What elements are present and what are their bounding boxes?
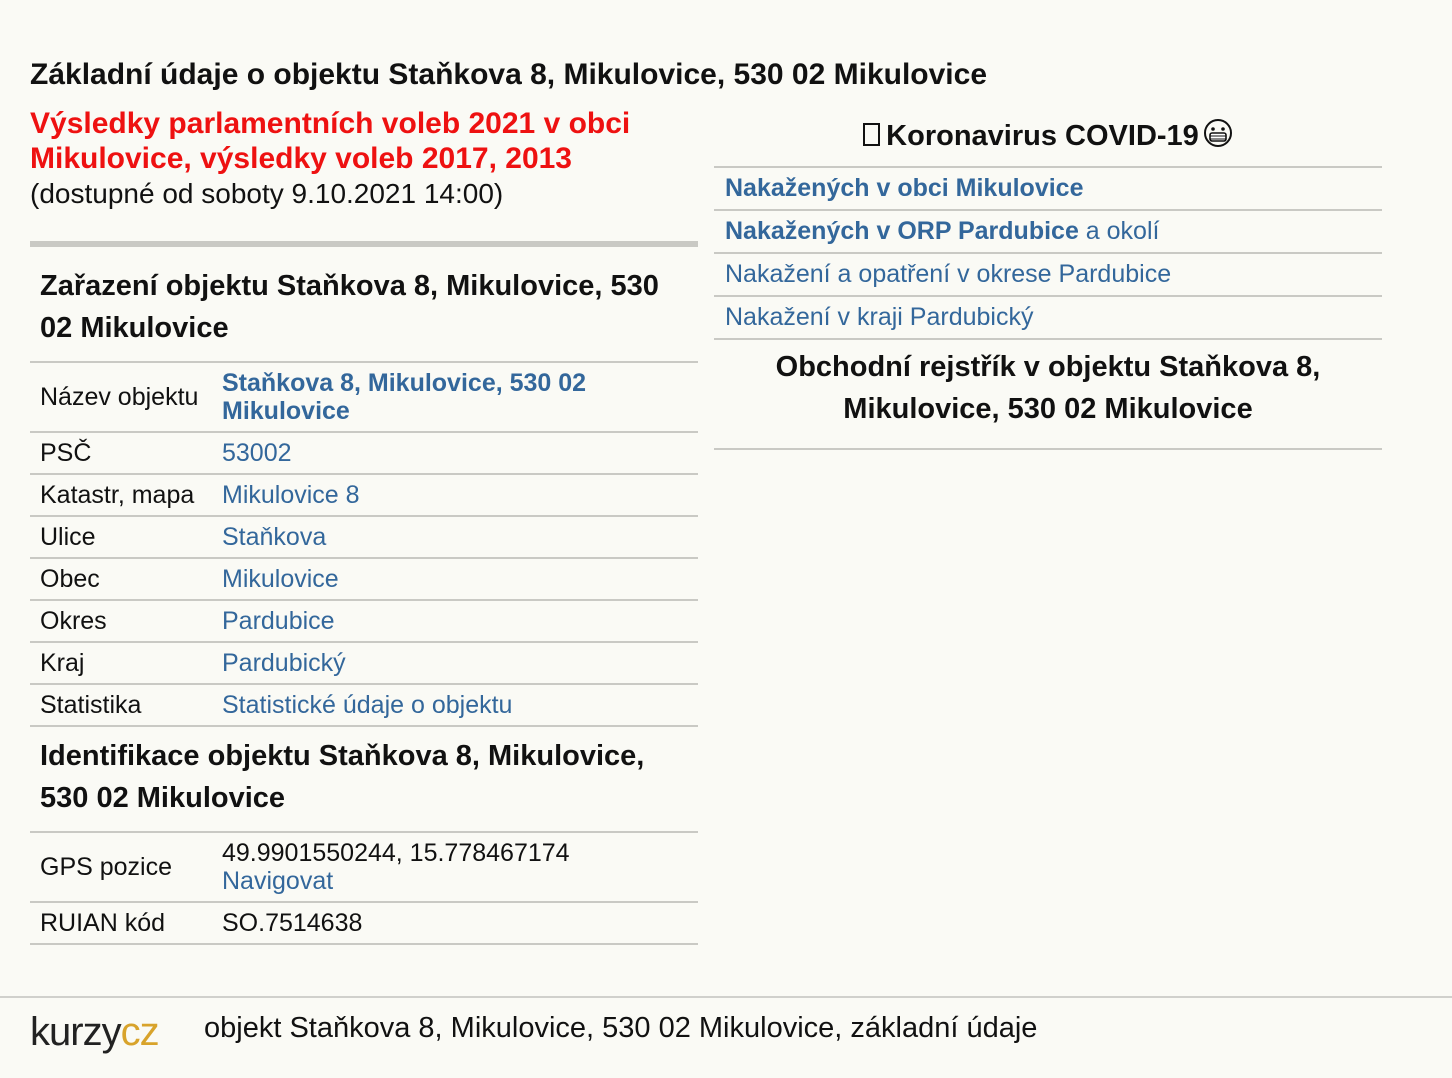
box-icon	[863, 123, 881, 146]
covid-orp-link[interactable]: Nakažených v ORP Pardubice a okolí	[725, 217, 1159, 245]
covid-item-rest: Nakažení a opatření v okrese Pardubice	[725, 260, 1172, 288]
right-column: Koronavirus COVID-19 Nakažených v obci M…	[714, 106, 1382, 450]
list-item: Nakažených v obci Mikulovice	[714, 168, 1382, 211]
table-row: Statistika Statistické údaje o objektu	[30, 684, 698, 727]
covid-title-text: Koronavirus COVID-19	[886, 120, 1199, 152]
logo-part-1: kurzy	[30, 1010, 122, 1054]
covid-region-link[interactable]: Nakažení v kraji Pardubický	[725, 303, 1033, 331]
footer-text: objekt Staňkova 8, Mikulovice, 530 02 Mi…	[204, 1012, 1038, 1044]
table-row: Název objektu Staňkova 8, Mikulovice, 53…	[30, 361, 698, 433]
table-row: PSČ 53002	[30, 432, 698, 475]
covid-item-bold: Nakažených v ORP Pardubice	[725, 217, 1079, 245]
ruian-value: SO.7514638	[212, 902, 698, 945]
covid-item-rest: Nakažení v kraji Pardubický	[725, 303, 1034, 331]
covid-municipality-link[interactable]: Nakažených v obci Mikulovice	[725, 174, 1083, 202]
cadastre-link[interactable]: Mikulovice 8	[222, 481, 360, 509]
elections-link[interactable]: Výsledky parlamentních voleb 2021 v obci…	[30, 107, 630, 175]
covid-title: Koronavirus COVID-19	[714, 106, 1382, 168]
covid-district-link[interactable]: Nakažení a opatření v okrese Pardubice	[725, 260, 1171, 288]
row-label: Kraj	[30, 642, 212, 685]
identification-table: GPS pozice 49.9901550244, 15.778467174 N…	[30, 831, 698, 945]
row-label: Ulice	[30, 516, 212, 559]
list-item: Nakažení a opatření v okrese Pardubice	[714, 254, 1382, 297]
row-label: Katastr, mapa	[30, 474, 212, 517]
table-row: Obec Mikulovice	[30, 558, 698, 601]
row-label: Okres	[30, 600, 212, 643]
classification-table: Název objektu Staňkova 8, Mikulovice, 53…	[30, 361, 698, 727]
elections-availability: (dostupné od soboty 9.10.2021 14:00)	[30, 178, 504, 209]
navigate-link[interactable]: Navigovat	[222, 867, 333, 895]
table-row: RUIAN kód SO.7514638	[30, 902, 698, 945]
object-name-link[interactable]: Staňkova 8, Mikulovice, 530 02 Mikulovic…	[222, 369, 586, 425]
business-register-heading: Obchodní rejstřík v objektu Staňkova 8, …	[714, 340, 1382, 450]
region-link[interactable]: Pardubický	[222, 649, 346, 677]
table-row: GPS pozice 49.9901550244, 15.778467174 N…	[30, 831, 698, 903]
district-link[interactable]: Pardubice	[222, 607, 335, 635]
statistics-link[interactable]: Statistické údaje o objektu	[222, 691, 512, 719]
covid-list: Nakažených v obci Mikulovice Nakažených …	[714, 168, 1382, 340]
row-label: Název objektu	[30, 361, 212, 433]
gps-value: 49.9901550244, 15.778467174	[222, 839, 570, 867]
identification-heading: Identifikace objektu Staňkova 8, Mikulov…	[40, 740, 645, 814]
classification-heading: Zařazení objektu Staňkova 8, Mikulovice,…	[40, 270, 659, 344]
mask-face-icon	[1203, 109, 1233, 169]
page-title: Základní údaje o objektu Staňkova 8, Mik…	[30, 58, 987, 91]
covid-item-bold: Nakažených v obci Mikulovice	[725, 174, 1084, 202]
row-label: Statistika	[30, 684, 212, 727]
table-row: Ulice Staňkova	[30, 516, 698, 559]
kurzy-logo[interactable]: kurzycz	[30, 1010, 160, 1055]
footer: kurzycz objekt Staňkova 8, Mikulovice, 5…	[0, 996, 1452, 1078]
elections-block: Výsledky parlamentních voleb 2021 v obci…	[30, 106, 698, 211]
gps-label: GPS pozice	[30, 831, 212, 903]
list-item: Nakažení v kraji Pardubický	[714, 297, 1382, 340]
table-row: Okres Pardubice	[30, 600, 698, 643]
row-label: Obec	[30, 558, 212, 601]
logo-part-2: cz	[120, 1010, 160, 1054]
covid-item-rest: a okolí	[1078, 217, 1160, 245]
table-row: Katastr, mapa Mikulovice 8	[30, 474, 698, 517]
table-row: Kraj Pardubický	[30, 642, 698, 685]
municipality-link[interactable]: Mikulovice	[222, 565, 339, 593]
psc-link[interactable]: 53002	[222, 439, 292, 467]
left-column: Výsledky parlamentních voleb 2021 v obci…	[30, 106, 698, 945]
row-label: PSČ	[30, 432, 212, 475]
street-link[interactable]: Staňkova	[222, 523, 326, 551]
ruian-label: RUIAN kód	[30, 902, 212, 945]
list-item: Nakažených v ORP Pardubice a okolí	[714, 211, 1382, 254]
